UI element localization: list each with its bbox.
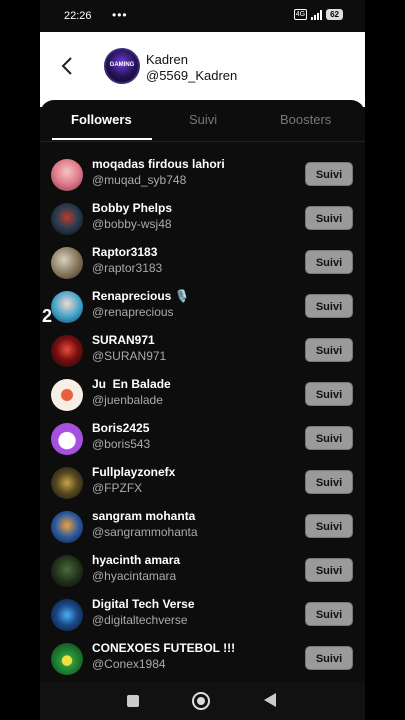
follower-handle: @Conex1984 [92,657,166,671]
follower-name: Renaprecious 🎙️ [92,289,190,303]
follower-handle: @muqad_syb748 [92,173,187,187]
follower-name: Fullplayzonefx [92,465,176,479]
follower-avatar[interactable] [51,643,83,675]
suivi-button[interactable]: Suivi [305,250,353,274]
left-black-bar [0,0,40,720]
follower-name: sangram mohanta [92,509,196,523]
recent-apps-icon[interactable] [127,695,139,707]
suivi-button[interactable]: Suivi [305,382,353,406]
system-back-icon[interactable] [264,693,276,707]
follower-row[interactable]: Ju En Balade @juenbalade Suivi [40,374,365,418]
profile-header: GAMING Kadren @5569_Kadren [40,32,365,107]
follower-row[interactable]: SURAN971 @SURAN971 Suivi [40,330,365,374]
follower-handle: @digitaltechverse [92,613,188,627]
tab-bar: Followers Suivi Boosters [40,100,365,142]
tab-suivi[interactable]: Suivi [189,112,217,127]
follower-avatar[interactable] [51,335,83,367]
follower-avatar[interactable] [51,555,83,587]
follower-name: Boris2425 [92,421,150,435]
follower-row[interactable]: Digital Tech Verse @digitaltechverse Sui… [40,594,365,638]
suivi-button[interactable]: Suivi [305,470,353,494]
follower-avatar[interactable] [51,247,83,279]
follower-avatar[interactable] [51,467,83,499]
follower-row[interactable]: hyacinth amara @hyacintamara Suivi [40,550,365,594]
follower-name: Raptor3183 [92,245,158,259]
follower-name: moqadas firdous lahori [92,157,225,171]
suivi-button[interactable]: Suivi [305,162,353,186]
status-dots-icon: ••• [112,8,128,22]
follower-avatar[interactable] [51,203,83,235]
right-black-bar [365,0,405,720]
follower-row[interactable]: Fullplayzonefx @FPZFX Suivi [40,462,365,506]
suivi-button[interactable]: Suivi [305,338,353,362]
follower-name: CONEXOES FUTEBOL !!! [92,641,236,655]
follower-handle: @FPZFX [92,481,143,495]
follower-name: Ju En Balade [92,377,171,391]
follower-handle: @sangrammohanta [92,525,198,539]
suivi-button[interactable]: Suivi [305,294,353,318]
system-navigation-bar [40,682,365,720]
follower-handle: @bobby-wsj48 [92,217,172,231]
follower-handle: @raptor3183 [92,261,163,275]
suivi-button[interactable]: Suivi [305,646,353,670]
follower-avatar[interactable] [51,599,83,631]
signal-icon [311,9,323,20]
follower-row[interactable]: moqadas firdous lahori @muqad_syb748 Sui… [40,154,365,198]
follower-name: Bobby Phelps [92,201,173,215]
avatar-logo-text: GAMING [109,62,135,68]
overlay-number: 2 [42,306,53,326]
network-type-icon: 4G [293,9,308,20]
microphone-icon: 🎙️ [174,289,190,303]
follower-name: Digital Tech Verse [92,597,195,611]
followers-panel: Followers Suivi Boosters moqadas firdous… [40,100,365,682]
follower-row[interactable]: Raptor3183 @raptor3183 Suivi [40,242,365,286]
follower-avatar[interactable] [51,379,83,411]
follower-avatar[interactable] [51,159,83,191]
tab-followers[interactable]: Followers [71,112,132,127]
profile-avatar[interactable]: GAMING [104,48,140,84]
status-indicators: 4G 62 [293,9,343,20]
follower-avatar[interactable] [51,291,83,323]
suivi-button[interactable]: Suivi [305,558,353,582]
tab-boosters[interactable]: Boosters [280,112,331,127]
status-time: 22:26 [64,10,92,22]
tab-divider [40,141,365,142]
follower-handle: @juenbalade [92,393,163,407]
profile-name: Kadren [146,52,188,67]
follower-handle: @boris543 [92,437,151,451]
follower-row[interactable]: Boris2425 @boris543 Suivi [40,418,365,462]
suivi-button[interactable]: Suivi [305,602,353,626]
follower-row[interactable]: sangram mohanta @sangrammohanta Suivi [40,506,365,550]
follower-row[interactable]: CONEXOES FUTEBOL !!! @Conex1984 Suivi [40,638,365,682]
suivi-button[interactable]: Suivi [305,514,353,538]
follower-avatar[interactable] [51,423,83,455]
follower-name: hyacinth amara [92,553,181,567]
back-arrow-icon[interactable] [58,56,78,76]
follower-name: SURAN971 [92,333,155,347]
follower-handle: @renaprecious [92,305,174,319]
home-icon[interactable] [192,692,210,710]
follower-row[interactable]: Renaprecious 🎙️ @renaprecious Suivi [40,286,365,330]
follower-handle: @hyacintamara [92,569,177,583]
suivi-button[interactable]: Suivi [305,426,353,450]
follower-avatar[interactable] [51,511,83,543]
active-tab-indicator [52,138,152,140]
follower-row[interactable]: Bobby Phelps @bobby-wsj48 Suivi [40,198,365,242]
follower-handle: @SURAN971 [92,349,167,363]
battery-icon: 62 [326,9,343,20]
suivi-button[interactable]: Suivi [305,206,353,230]
profile-handle: @5569_Kadren [146,68,238,83]
status-bar: 22:26 ••• 4G 62 [40,0,365,32]
phone-screen: 22:26 ••• 4G 62 GAMING Kadren @5569_Kadr… [40,0,365,720]
